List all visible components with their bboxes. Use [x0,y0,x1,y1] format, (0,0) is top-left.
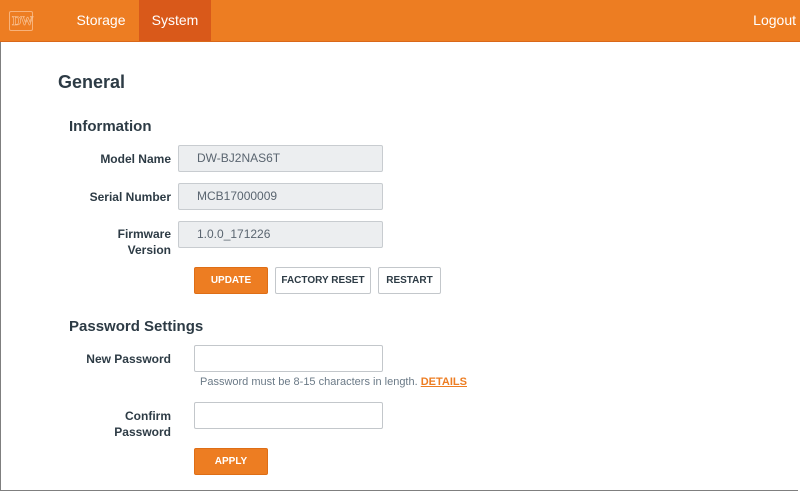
model-name-field: DW-BJ2NAS6T [178,145,383,172]
new-password-input[interactable] [194,345,383,372]
update-button[interactable]: UPDATE [194,267,268,294]
restart-button[interactable]: RESTART [378,267,441,294]
confirm-password-input[interactable] [194,402,383,429]
firmware-version-label: Firmware Version [61,226,171,258]
serial-number-label: Serial Number [89,190,171,204]
factory-reset-button[interactable]: FACTORY RESET [275,267,371,294]
confirm-password-label: Confirm Password [61,408,171,440]
page-title: General [58,72,126,92]
firmware-version-label-line2: Version [127,243,171,257]
apply-button[interactable]: APPLY [194,448,268,475]
serial-number-field: MCB17000009 [178,183,383,210]
password-hint-text: Password must be 8-15 characters in leng… [200,376,418,388]
section-title-password-settings: Password Settings [69,318,204,335]
confirm-password-label-line2: Password [114,425,171,439]
details-link[interactable]: DETAILS [421,376,467,388]
tab-storage[interactable]: Storage [66,0,136,41]
firmware-version-field: 1.0.0_171226 [178,221,383,248]
logout-link[interactable]: Logout [753,0,796,41]
brand-logo[interactable]: DW [9,11,34,31]
confirm-password-label-line1: Confirm [125,409,171,423]
section-title-information: Information [69,118,152,135]
firmware-version-label-line1: Firmware [117,227,171,241]
model-name-label: Model Name [100,152,171,166]
tab-system[interactable]: System [139,0,211,41]
new-password-label: New Password [86,352,171,366]
password-hint: Password must be 8-15 characters in leng… [200,376,467,388]
brand-logo-text: DW [12,13,34,29]
top-nav-bar: DW Storage System Logout [0,0,800,42]
